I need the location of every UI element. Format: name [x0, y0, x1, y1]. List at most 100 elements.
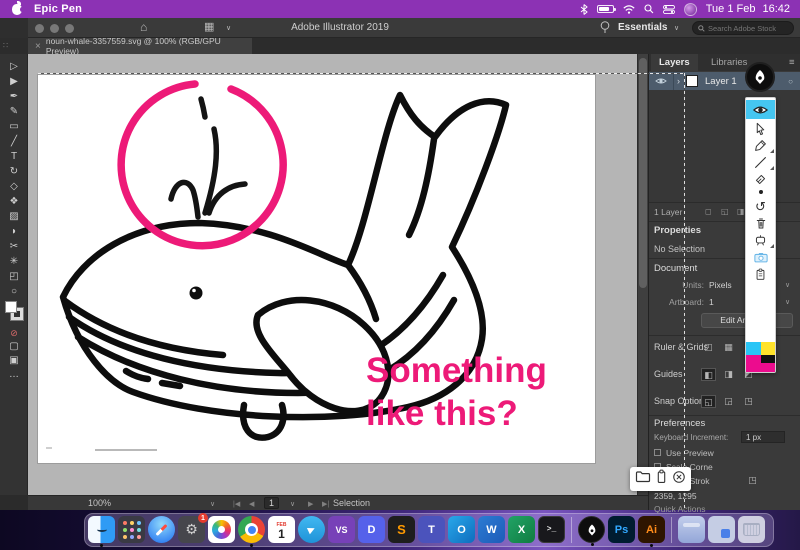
ruler-icon[interactable]: ◰	[701, 341, 716, 354]
more-tools-button[interactable]: …	[0, 368, 28, 382]
properties-title[interactable]: Properties	[654, 225, 701, 236]
rotate-tool[interactable]: ↻	[0, 165, 28, 179]
window-zoom-button[interactable]	[65, 24, 74, 33]
dock-word[interactable]: W	[478, 516, 505, 543]
snap-to-grid-icon[interactable]: ◱	[701, 395, 716, 408]
workspace-chevron-icon[interactable]: ∨	[674, 24, 679, 32]
paintbrush-tool[interactable]: ╱	[0, 135, 28, 149]
cancel-icon[interactable]	[672, 470, 686, 489]
last-artboard-button[interactable]: ▶|	[322, 500, 329, 508]
artboard-number[interactable]: 1	[264, 497, 279, 509]
zoom-level[interactable]: 100%	[88, 498, 111, 508]
locate-object-icon[interactable]: ◱	[721, 203, 729, 221]
dock-epic-pen[interactable]	[578, 516, 605, 543]
dock-sublime-text[interactable]: S	[388, 516, 415, 543]
clipboard-icon[interactable]	[746, 266, 775, 283]
active-app-name[interactable]: Epic Pen	[34, 3, 82, 15]
dock-outlook[interactable]: O	[448, 516, 475, 543]
dock-illustrator[interactable]: Ai	[638, 516, 665, 543]
dock-photos[interactable]	[208, 516, 235, 543]
make-mask-icon[interactable]: ◨	[737, 203, 745, 221]
color-none-icon[interactable]: ⊘	[0, 326, 28, 340]
workspace-switcher[interactable]: Essentials	[618, 22, 667, 33]
artboard-value[interactable]: 1	[709, 297, 714, 307]
apple-icon[interactable]	[12, 4, 22, 15]
document-tab[interactable]: × noun-whale-3357559.svg @ 100% (RGB/GPU…	[28, 38, 252, 54]
curvature-tool[interactable]: ✎	[0, 105, 28, 119]
snap-to-pixel-icon[interactable]: ◲	[721, 395, 736, 408]
dock-documents-folder[interactable]	[708, 516, 735, 543]
artboard-tool[interactable]: ◰	[0, 270, 28, 284]
units-value[interactable]: Pixels	[709, 280, 732, 290]
units-chevron-icon[interactable]: ∨	[785, 281, 790, 289]
window-close-button[interactable]	[35, 24, 44, 33]
visibility-eye-icon[interactable]	[746, 100, 775, 119]
color-swatch-cyan[interactable]	[746, 342, 761, 355]
layout-chevron-icon[interactable]: ∨	[226, 24, 231, 32]
tab-layers[interactable]: Layers	[651, 54, 698, 71]
folder-icon[interactable]	[635, 470, 651, 488]
spotlight-search-icon[interactable]	[644, 4, 654, 14]
pen-tool[interactable]: ✒	[0, 90, 28, 104]
draw-mode-icon[interactable]: ▢	[0, 340, 28, 354]
panel-menu-icon[interactable]: ≡	[781, 54, 800, 71]
shape-builder-tool[interactable]: ❖	[0, 195, 28, 209]
screen-mode-icon[interactable]: ▣	[0, 354, 28, 368]
artboard-chevron-icon[interactable]: ∨	[785, 298, 790, 306]
artboard-chevron-icon[interactable]: ∨	[290, 500, 295, 508]
dock-terminal[interactable]: >_	[538, 516, 565, 543]
dock-calendar[interactable]: FEB1	[268, 516, 295, 543]
selection-tool[interactable]: ▷	[0, 60, 28, 74]
color-swatch-yellow[interactable]	[761, 342, 775, 355]
control-center-icon[interactable]	[663, 5, 675, 14]
size-dot-icon[interactable]	[746, 186, 775, 198]
wifi-icon[interactable]	[623, 5, 635, 14]
eraser-tool[interactable]: ◇	[0, 180, 28, 194]
vertical-scrollbar[interactable]	[637, 54, 648, 495]
use-preview-label[interactable]: Use Preview	[666, 448, 714, 458]
dock-teams[interactable]: T	[418, 516, 445, 543]
home-icon[interactable]: ⌂	[140, 20, 147, 34]
search-input[interactable]	[708, 24, 788, 33]
highlighter-pen-icon[interactable]	[746, 137, 775, 154]
keyboard-increment-input[interactable]: 1 px	[741, 431, 785, 443]
screenshot-camera-icon[interactable]	[746, 249, 775, 266]
pen-nib-logo-icon[interactable]	[745, 62, 775, 92]
collect-export-icon[interactable]: ◻	[705, 203, 712, 221]
hand-tool[interactable]: ✳	[0, 255, 28, 269]
layout-grid-icon[interactable]: ▦	[204, 20, 214, 33]
dock-telegram[interactable]: ▶	[298, 516, 325, 543]
layer-target-circle[interactable]: ○	[788, 77, 793, 86]
canvas-area[interactable]: Something like this?	[28, 54, 648, 495]
color-swatch-black[interactable]	[761, 355, 775, 363]
dock-trash[interactable]	[738, 516, 765, 543]
eyedropper-tool[interactable]: ◗	[0, 225, 28, 239]
direct-selection-tool[interactable]: ▶	[0, 75, 28, 89]
first-artboard-button[interactable]: |◀	[233, 500, 240, 508]
undo-arrow-icon[interactable]: ↺	[746, 198, 775, 215]
trash-icon[interactable]	[746, 215, 775, 232]
dock-system-preferences[interactable]: ⚙1	[178, 516, 205, 543]
bluetooth-icon[interactable]	[580, 4, 588, 15]
layer-name[interactable]: Layer 1	[705, 76, 737, 87]
dock-chrome[interactable]	[238, 516, 265, 543]
next-artboard-button[interactable]: ▶	[308, 500, 313, 508]
prev-artboard-button[interactable]: ◀	[249, 500, 254, 508]
dock-photoshop[interactable]: Ps	[608, 516, 635, 543]
layer-thumbnail[interactable]	[686, 75, 698, 87]
snap-to-point-icon[interactable]: ◳	[741, 395, 756, 408]
zoom-chevron-icon[interactable]: ∨	[210, 500, 215, 508]
menubar-clock[interactable]: Tue 1 Feb16:42	[706, 3, 790, 15]
layer-row[interactable]: › Layer 1 ○	[649, 72, 800, 90]
grid-icon[interactable]: ▦	[721, 341, 736, 354]
dock-safari[interactable]	[148, 516, 175, 543]
dock-downloads-folder[interactable]	[678, 516, 705, 543]
dock-launchpad[interactable]	[118, 516, 145, 543]
battery-icon[interactable]	[597, 5, 614, 13]
zoom-tool[interactable]: ○	[0, 285, 28, 299]
dock-visual-studio[interactable]: VS	[328, 516, 355, 543]
layer-visibility-eye-icon[interactable]	[655, 72, 667, 90]
cursor-arrow-icon[interactable]	[746, 120, 775, 137]
dock-finder[interactable]	[88, 516, 115, 543]
paste-icon[interactable]	[656, 469, 667, 489]
